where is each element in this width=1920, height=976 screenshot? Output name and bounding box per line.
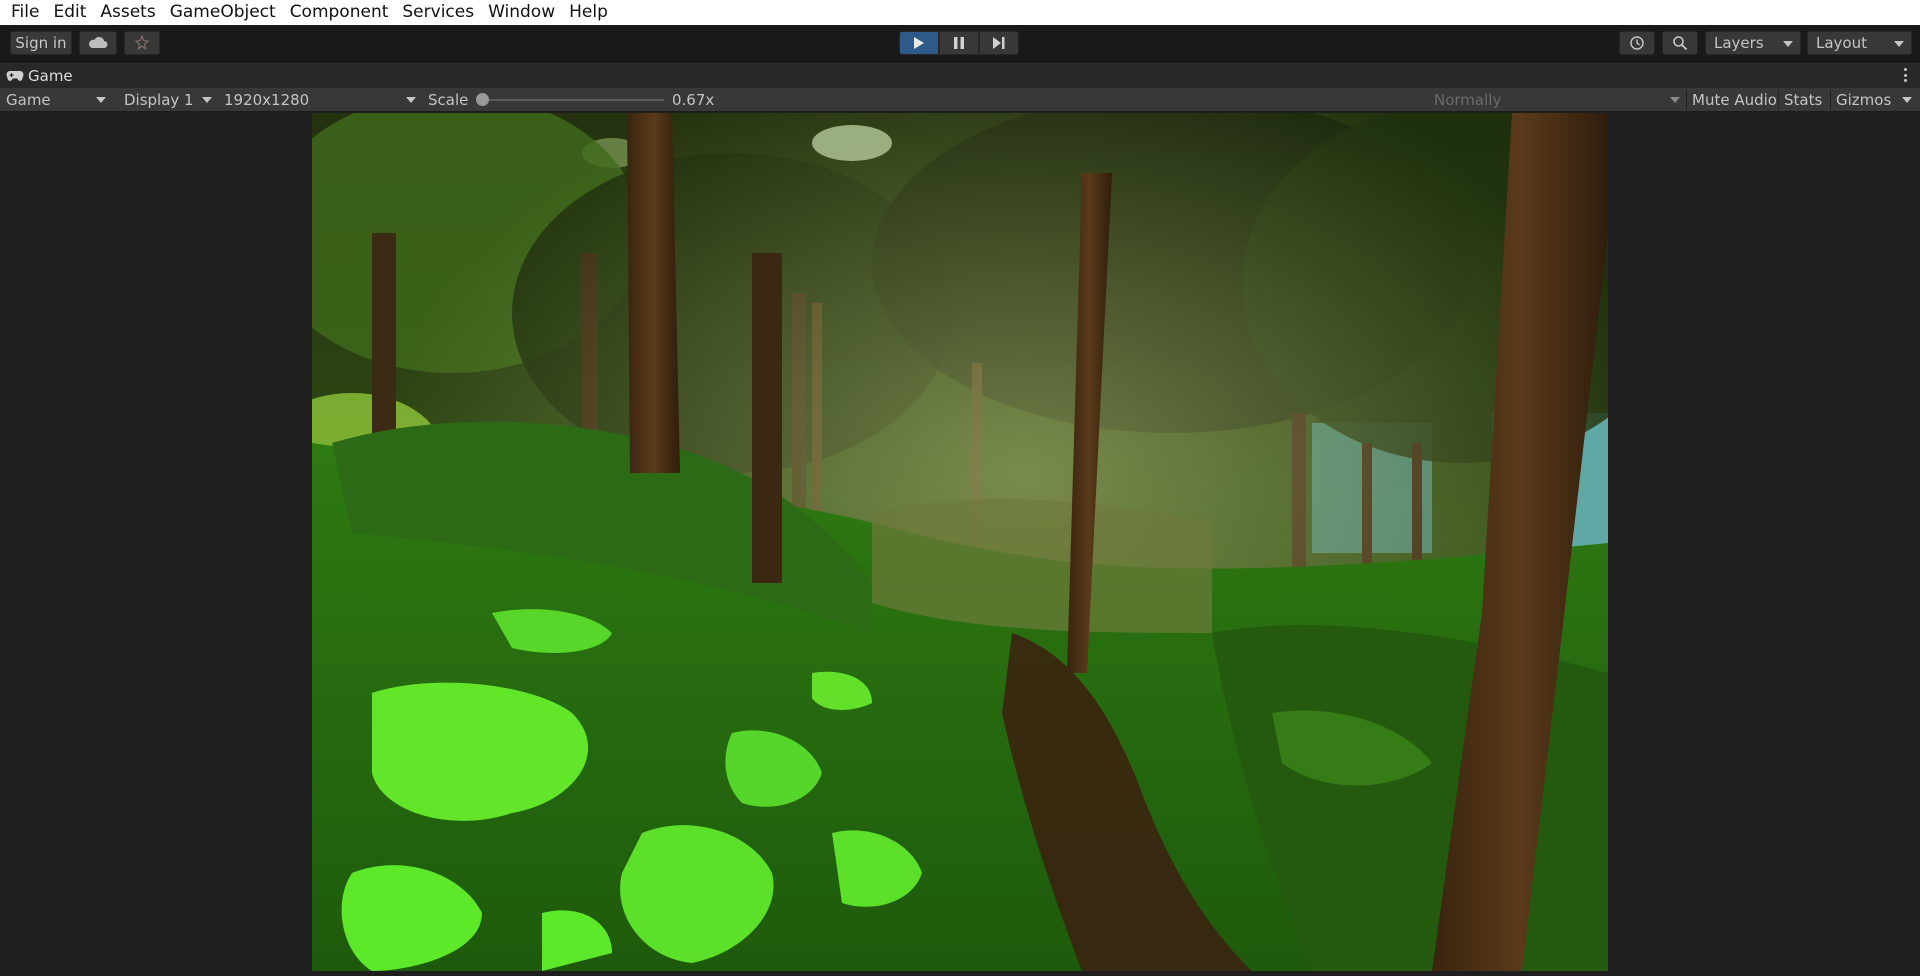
- menu-services[interactable]: Services: [395, 0, 481, 25]
- layers-dropdown[interactable]: Layers: [1705, 31, 1801, 55]
- main-toolbar: Sign in Layers Layout: [0, 25, 1920, 62]
- layout-label: Layout: [1816, 34, 1867, 52]
- game-view-toolbar: Game Display 1 1920x1280 Scale 0.67x Nor…: [0, 88, 1920, 112]
- forest-scene: [312, 113, 1608, 971]
- resolution-label: 1920x1280: [224, 91, 310, 109]
- tab-game[interactable]: Game: [6, 63, 73, 88]
- menu-bar: File Edit Assets GameObject Component Se…: [0, 0, 1920, 25]
- divider: [1778, 90, 1779, 110]
- search-button[interactable]: [1662, 31, 1698, 55]
- play-icon: [914, 37, 924, 49]
- history-button[interactable]: [1619, 31, 1655, 55]
- menu-edit[interactable]: Edit: [46, 0, 93, 25]
- layout-dropdown[interactable]: Layout: [1807, 31, 1912, 55]
- view-type-label: Game: [6, 91, 51, 109]
- tab-bar: Game: [0, 63, 1920, 88]
- gizmos-dropdown[interactable]: Gizmos: [1836, 88, 1916, 112]
- play-button[interactable]: [899, 31, 939, 55]
- search-icon: [1673, 36, 1688, 51]
- tab-game-label: Game: [28, 66, 73, 85]
- more-options-icon[interactable]: [1904, 68, 1908, 82]
- resolution-dropdown[interactable]: 1920x1280: [224, 88, 420, 112]
- mute-audio-toggle[interactable]: Mute Audio: [1692, 88, 1777, 112]
- chevron-down-icon: [1783, 41, 1793, 47]
- chevron-down-icon: [1902, 97, 1912, 103]
- scale-value: 0.67x: [672, 91, 715, 109]
- sign-in-button[interactable]: Sign in: [10, 31, 72, 55]
- view-type-dropdown[interactable]: Game: [6, 88, 110, 112]
- pause-icon: [954, 37, 964, 49]
- menu-component[interactable]: Component: [283, 0, 396, 25]
- divider: [1686, 90, 1687, 110]
- menu-help[interactable]: Help: [562, 0, 615, 25]
- scale-slider-thumb[interactable]: [476, 93, 489, 106]
- divider: [1830, 90, 1831, 110]
- collab-icon: [134, 35, 150, 51]
- layers-label: Layers: [1714, 34, 1764, 52]
- stats-toggle[interactable]: Stats: [1784, 88, 1822, 112]
- display-dropdown[interactable]: Display 1: [124, 88, 216, 112]
- play-mode-dropdown[interactable]: Normally: [1434, 88, 1684, 112]
- chevron-down-icon: [406, 97, 416, 103]
- gamepad-icon: [6, 70, 24, 81]
- game-render[interactable]: [312, 113, 1608, 971]
- game-viewport[interactable]: [0, 113, 1920, 976]
- menu-file[interactable]: File: [4, 0, 46, 25]
- history-icon: [1630, 36, 1644, 50]
- chevron-down-icon: [1894, 41, 1904, 47]
- play-mode-label: Normally: [1434, 91, 1502, 109]
- chevron-down-icon: [202, 97, 212, 103]
- menu-window[interactable]: Window: [481, 0, 562, 25]
- scale-label: Scale: [428, 91, 469, 109]
- chevron-down-icon: [1670, 97, 1680, 103]
- menu-gameobject[interactable]: GameObject: [163, 0, 283, 25]
- cloud-icon: [89, 37, 108, 48]
- step-icon: [993, 37, 1005, 49]
- display-label: Display 1: [124, 91, 194, 109]
- scale-slider-track[interactable]: [480, 99, 664, 101]
- menu-assets[interactable]: Assets: [93, 0, 162, 25]
- gizmos-label: Gizmos: [1836, 91, 1892, 109]
- cloud-button[interactable]: [79, 31, 117, 55]
- collab-button[interactable]: [124, 31, 160, 55]
- chevron-down-icon: [96, 97, 106, 103]
- pause-button[interactable]: [939, 31, 979, 55]
- step-button[interactable]: [979, 31, 1019, 55]
- playmode-controls: [899, 31, 1019, 55]
